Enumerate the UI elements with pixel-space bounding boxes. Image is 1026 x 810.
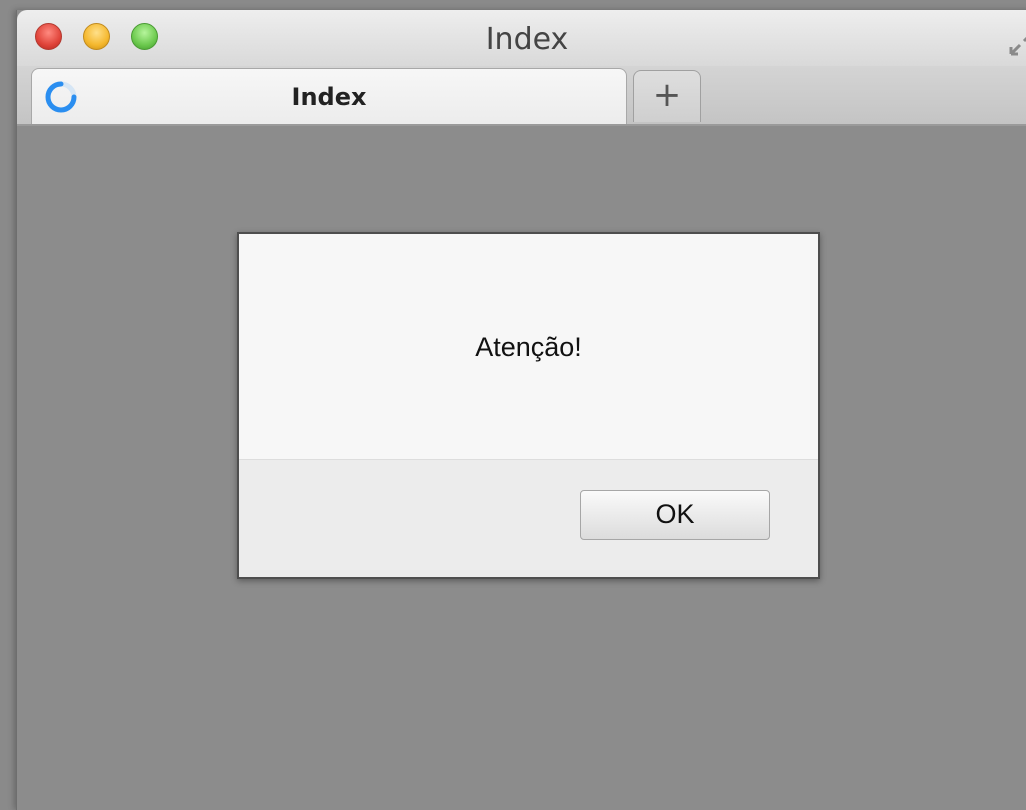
tab-label: Index (291, 83, 367, 111)
tab-index[interactable]: Index (31, 68, 627, 124)
title-bar[interactable]: Index (17, 10, 1026, 66)
window-title: Index (485, 22, 569, 57)
dialog-footer: OK (239, 459, 818, 577)
alert-dialog: Atenção! OK (237, 232, 820, 579)
dialog-message: Atenção! (475, 332, 582, 362)
fullscreen-icon[interactable] (1007, 28, 1026, 58)
plus-icon: + (652, 75, 682, 115)
ok-button[interactable]: OK (580, 490, 770, 540)
new-tab-button[interactable]: + (633, 70, 701, 122)
tab-bar: Index + (17, 66, 1026, 126)
